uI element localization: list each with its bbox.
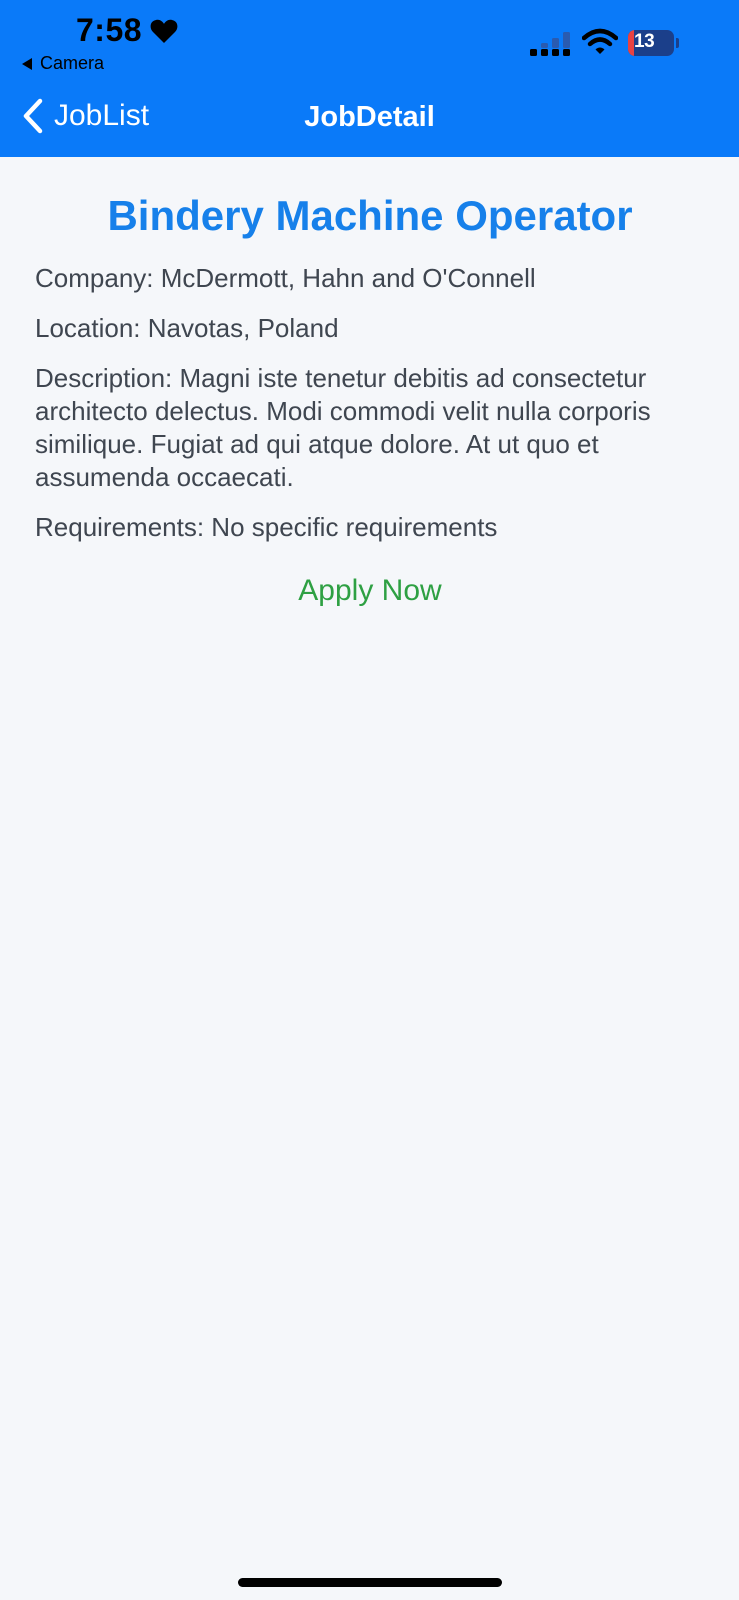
- back-to-camera-label: Camera: [40, 53, 105, 73]
- job-requirements: Requirements: No specific requirements: [35, 512, 498, 542]
- job-company: Company: McDermott, Hahn and O'Connell: [35, 263, 536, 293]
- heart-icon: [150, 19, 178, 43]
- battery-level: 13: [634, 31, 655, 52]
- signal-icon: [530, 32, 570, 56]
- back-triangle-icon: [22, 57, 32, 70]
- job-title: Bindery Machine Operator: [107, 192, 633, 239]
- nav-title: JobDetail: [304, 101, 435, 133]
- top-bar: 7:58 Camera 13 JobList JobDetail: [0, 0, 739, 157]
- job-location: Location: Navotas, Poland: [35, 313, 339, 343]
- battery-nub: [676, 38, 679, 48]
- job-description: Description: Magni iste tenetur debitis …: [35, 363, 651, 492]
- battery-icon: 13: [628, 30, 679, 56]
- wifi-icon: [582, 28, 618, 54]
- battery-body: 13: [628, 30, 674, 56]
- apply-now-button[interactable]: Apply Now: [35, 574, 705, 608]
- home-indicator[interactable]: [238, 1578, 502, 1587]
- back-to-camera[interactable]: Camera: [22, 53, 104, 74]
- job-detail: Bindery Machine Operator Company: McDerm…: [35, 190, 705, 608]
- status-time: 7:58: [76, 12, 143, 48]
